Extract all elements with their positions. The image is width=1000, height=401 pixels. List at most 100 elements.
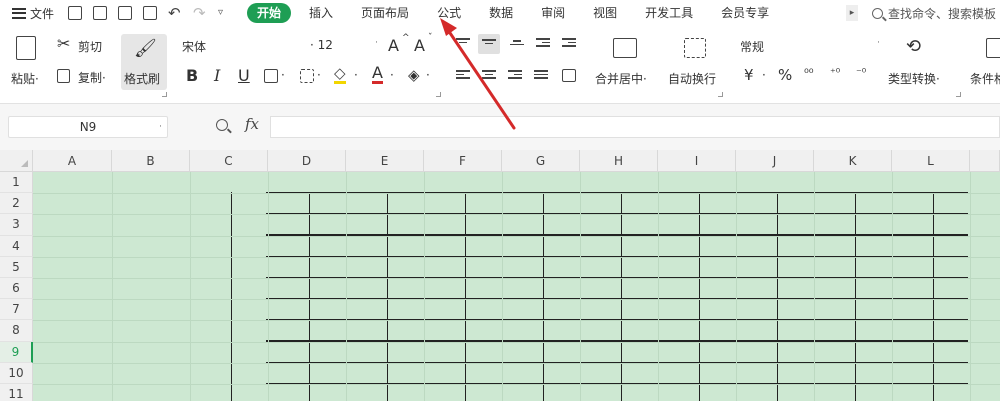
wrap-text-icon[interactable] xyxy=(684,38,706,58)
merge-center-button[interactable]: 合并居中· xyxy=(595,70,647,87)
align-right-icon[interactable] xyxy=(508,70,522,82)
column-header-i[interactable]: I xyxy=(658,150,736,172)
column-header-h[interactable]: H xyxy=(580,150,658,172)
copy-button[interactable]: 复制· xyxy=(78,69,106,86)
currency-button[interactable]: ¥ xyxy=(744,66,754,84)
column-header-f[interactable]: F xyxy=(424,150,502,172)
tab-developer[interactable]: 开发工具 xyxy=(631,3,707,23)
column-header-j[interactable]: J xyxy=(736,150,814,172)
command-search[interactable]: 查找命令、搜索模板 xyxy=(872,3,1000,23)
underline-button[interactable]: U xyxy=(238,66,250,85)
align-center-icon[interactable] xyxy=(482,70,496,82)
clear-format-icon[interactable]: ◈ xyxy=(408,66,420,84)
print-icon[interactable] xyxy=(118,6,133,20)
column-header-k[interactable]: K xyxy=(814,150,892,172)
row-header-6[interactable]: 6 xyxy=(0,278,33,300)
save-icon[interactable] xyxy=(68,6,83,20)
fill-color-icon[interactable]: ◇ xyxy=(334,66,346,84)
column-header-c[interactable]: C xyxy=(190,150,268,172)
percent-button[interactable]: % xyxy=(778,66,792,84)
export-pdf-icon[interactable] xyxy=(93,6,108,20)
tab-member[interactable]: 会员专享 xyxy=(707,3,783,23)
thousands-separator-icon[interactable]: ⁰⁰ xyxy=(804,66,814,80)
align-top-icon[interactable] xyxy=(456,38,470,50)
font-group-launcher-icon[interactable] xyxy=(436,92,441,97)
font-size-dropdown[interactable]: · 12 · xyxy=(310,38,378,56)
formula-input[interactable] xyxy=(270,116,1000,138)
fill-color-caret[interactable]: · xyxy=(354,68,358,82)
bold-button[interactable]: B xyxy=(186,66,198,85)
currency-caret[interactable]: · xyxy=(762,68,766,82)
type-convert-icon[interactable]: ⟲ xyxy=(906,36,921,57)
justify-icon[interactable] xyxy=(534,70,548,82)
column-header-l[interactable]: L xyxy=(892,150,970,172)
cell-style-icon[interactable] xyxy=(300,69,314,83)
file-menu-button[interactable]: 文件 xyxy=(12,5,54,22)
borders-caret[interactable]: · xyxy=(281,68,285,82)
font-color-caret[interactable]: · xyxy=(390,68,394,82)
decrease-decimal-icon[interactable]: ⁻⁰ xyxy=(856,66,866,79)
row-header-7[interactable]: 7 xyxy=(0,299,33,321)
column-header-b[interactable]: B xyxy=(112,150,190,172)
redo-icon[interactable]: ↷ xyxy=(193,6,207,21)
row-header-5[interactable]: 5 xyxy=(0,256,33,278)
customize-toolbar-icon[interactable]: ▿ xyxy=(218,6,228,20)
name-box[interactable]: N9 · xyxy=(8,116,168,138)
tab-view[interactable]: 视图 xyxy=(579,3,631,23)
row-header-1[interactable]: 1 xyxy=(0,172,33,194)
copy-icon[interactable] xyxy=(57,69,70,83)
italic-button[interactable]: I xyxy=(214,66,220,85)
increase-indent-icon[interactable] xyxy=(562,38,576,50)
row-header-10[interactable]: 10 xyxy=(0,362,33,384)
clear-format-caret[interactable]: · xyxy=(426,68,430,82)
number-group-launcher-icon[interactable] xyxy=(956,92,961,97)
column-header-a[interactable]: A xyxy=(33,150,112,172)
zoom-icon[interactable] xyxy=(216,119,228,131)
increase-decimal-icon[interactable]: ⁺⁰ xyxy=(830,66,840,79)
decrease-indent-icon[interactable] xyxy=(536,38,550,50)
align-bottom-icon[interactable] xyxy=(510,40,524,52)
font-name-dropdown[interactable]: 宋体 xyxy=(182,38,292,56)
tab-home[interactable]: 开始 xyxy=(247,3,292,23)
grow-font-button[interactable]: A xyxy=(388,36,399,55)
cut-button[interactable]: 剪切 xyxy=(78,38,102,55)
align-left-icon[interactable] xyxy=(456,70,470,82)
more-tabs-button[interactable]: ▸ xyxy=(846,5,858,21)
conditional-format-icon[interactable] xyxy=(986,38,1000,58)
cell-style-caret[interactable]: · xyxy=(317,68,321,82)
conditional-format-button[interactable]: 条件格 xyxy=(970,70,1000,87)
paste-button[interactable]: 粘贴· xyxy=(11,70,39,87)
tab-formulas[interactable]: 公式 xyxy=(423,3,475,23)
type-convert-button[interactable]: 类型转换· xyxy=(888,70,940,87)
sheet-cells[interactable] xyxy=(33,172,1000,401)
font-color-icon[interactable]: A xyxy=(372,64,383,84)
row-header-3[interactable]: 3 xyxy=(0,214,33,236)
print-preview-icon[interactable] xyxy=(143,6,158,20)
clipboard-group-launcher-icon[interactable] xyxy=(162,92,167,97)
number-format-dropdown[interactable]: 常规 · xyxy=(740,38,880,56)
row-header-9[interactable]: 9 xyxy=(0,341,33,363)
insert-function-button[interactable]: fx xyxy=(245,115,259,133)
alignment-group-launcher-icon[interactable] xyxy=(718,92,723,97)
table-border-vertical xyxy=(465,192,467,401)
row-header-4[interactable]: 4 xyxy=(0,235,33,257)
tab-review[interactable]: 审阅 xyxy=(527,3,579,23)
tab-data[interactable]: 数据 xyxy=(475,3,527,23)
paste-icon[interactable] xyxy=(16,36,36,60)
wrap-text-button[interactable]: 自动换行 xyxy=(668,70,716,87)
tab-insert[interactable]: 插入 xyxy=(295,3,347,23)
undo-icon[interactable]: ↶ xyxy=(168,6,182,21)
select-all-corner[interactable] xyxy=(0,150,33,172)
scissors-icon[interactable]: ✂ xyxy=(57,34,70,53)
distributed-align-icon[interactable] xyxy=(562,69,576,82)
row-header-8[interactable]: 8 xyxy=(0,320,33,342)
row-header-2[interactable]: 2 xyxy=(0,193,33,215)
borders-icon[interactable] xyxy=(264,69,278,83)
column-header-e[interactable]: E xyxy=(346,150,424,172)
merge-center-icon[interactable] xyxy=(613,38,637,58)
row-header-11[interactable]: 11 xyxy=(0,384,33,401)
tab-page-layout[interactable]: 页面布局 xyxy=(347,3,423,23)
column-header-d[interactable]: D xyxy=(268,150,346,172)
shrink-font-button[interactable]: A xyxy=(414,36,425,55)
column-header-g[interactable]: G xyxy=(502,150,580,172)
